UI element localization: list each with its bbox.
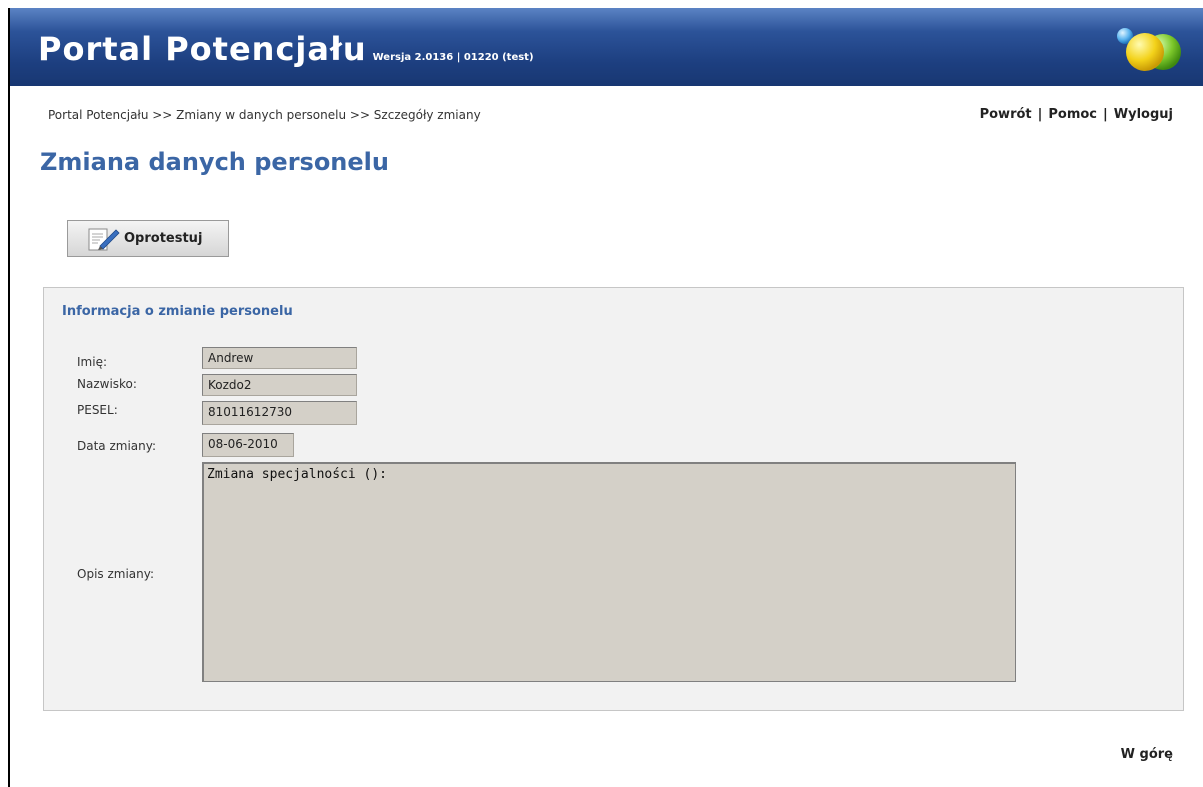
first-name-label: Imię: bbox=[77, 355, 107, 369]
edit-document-icon bbox=[88, 228, 120, 250]
back-to-top-link[interactable]: W górę bbox=[1121, 747, 1173, 762]
protest-button-label: Oprotestuj bbox=[124, 231, 203, 246]
pesel-label: PESEL: bbox=[77, 403, 118, 417]
panel-title: Informacja o zmianie personelu bbox=[62, 304, 293, 319]
page-left-border bbox=[8, 8, 10, 787]
last-name-field: Kozdo2 bbox=[202, 374, 357, 396]
app-header: Portal Potencjału Wersja 2.0136 | 01220 (… bbox=[10, 8, 1203, 86]
protest-button[interactable]: Oprotestuj bbox=[67, 220, 229, 257]
change-date-field: 08-06-2010 bbox=[202, 433, 294, 457]
change-info-panel: Informacja o zmianie personelu Imię: And… bbox=[43, 287, 1184, 711]
back-link[interactable]: Powrót bbox=[980, 107, 1032, 122]
help-link[interactable]: Pomoc bbox=[1048, 107, 1097, 122]
portal-logo-icon bbox=[1117, 28, 1181, 71]
top-links: Powrót | Pomoc | Wyloguj bbox=[980, 107, 1173, 122]
link-separator: | bbox=[1103, 107, 1108, 122]
pesel-field: 81011612730 bbox=[202, 401, 357, 425]
app-title: Portal Potencjału Wersja 2.0136 | 01220 (… bbox=[38, 30, 534, 68]
first-name-field: Andrew bbox=[202, 347, 357, 369]
link-separator: | bbox=[1037, 107, 1043, 122]
description-label: Opis zmiany: bbox=[77, 567, 155, 581]
change-date-label: Data zmiany: bbox=[77, 439, 157, 453]
description-textarea[interactable]: Zmiana specjalności (): bbox=[202, 462, 1016, 682]
app-title-text: Portal Potencjału bbox=[38, 30, 367, 68]
last-name-label: Nazwisko: bbox=[77, 377, 137, 391]
page-title: Zmiana danych personelu bbox=[40, 148, 389, 176]
logout-link[interactable]: Wyloguj bbox=[1114, 107, 1173, 122]
app-version: Wersja 2.0136 | 01220 (test) bbox=[372, 52, 534, 63]
breadcrumb: Portal Potencjału >> Zmiany w danych per… bbox=[48, 108, 481, 122]
